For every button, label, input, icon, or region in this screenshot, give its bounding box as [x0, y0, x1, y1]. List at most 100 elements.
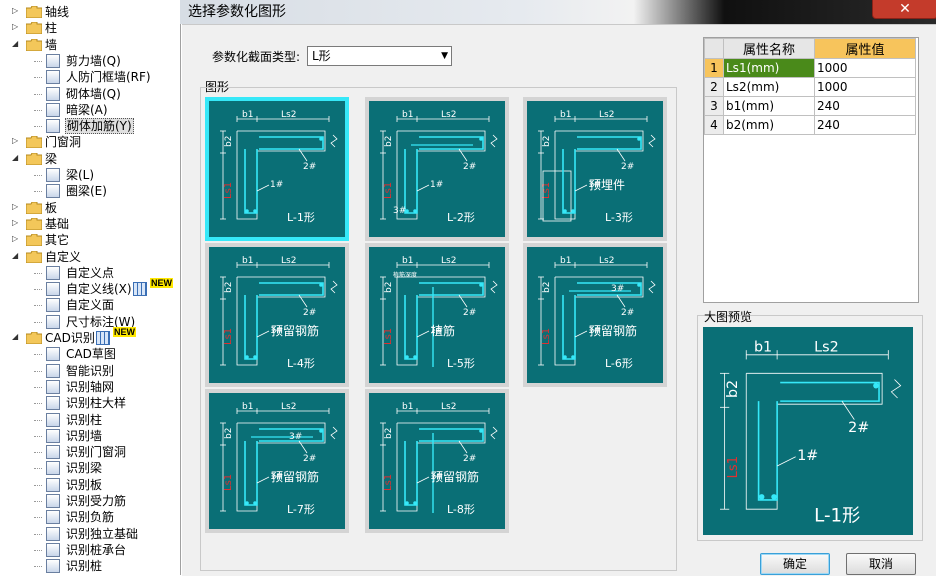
property-value[interactable]: 240 [814, 115, 916, 135]
tree-connector [34, 533, 42, 535]
preview-label: 大图预览 [704, 310, 753, 324]
tree-item[interactable]: 识别门窗洞 [0, 444, 180, 460]
tree-item[interactable]: 圈梁(E) [0, 183, 180, 199]
collapse-icon[interactable]: ◢ [12, 333, 21, 342]
collapse-icon[interactable]: ◢ [12, 153, 21, 163]
tree-item[interactable]: 砌体墙(Q) [0, 86, 180, 102]
shape-tile[interactable]: b1 Ls2 b2 Ls1 2# 1# 预留钢筋 L-4形 [205, 243, 349, 387]
chevron-down-icon: ▼ [441, 51, 448, 61]
tree-connector [34, 370, 42, 372]
tree-item[interactable]: ▷ 轴线 [0, 4, 180, 20]
svg-text:预留钢筋: 预留钢筋 [271, 323, 319, 338]
shape-tile[interactable]: b1 Ls2 b2 Ls1 2# 1# 预埋件 L-3形 [523, 97, 667, 241]
tree-item-label: 识别柱大样 [66, 396, 127, 411]
component-tree[interactable]: ▷ 轴线 ▷ 柱 ◢ 墙剪力墙(Q) 人防门框墙(RF) 砌体墙(Q) 暗梁(A) 砌体加筋(Y)… [0, 0, 181, 575]
background-titlebar [180, 0, 936, 24]
property-row[interactable]: 1 Ls1(mm) 1000 [704, 58, 916, 78]
tree-item-label: 剪力墙(Q) [66, 53, 121, 68]
tree-item[interactable]: 人防门框墙(RF) [0, 69, 180, 85]
property-table[interactable]: 属性名称 属性值 1 Ls1(mm) 1000 2 Ls2(mm) 1000 3 b1(mm)… [703, 37, 919, 303]
tree-item[interactable]: 识别轴网 [0, 379, 180, 395]
tree-item[interactable]: ▷ 板 [0, 200, 180, 216]
tree-item[interactable]: ▷ 其它 [0, 232, 180, 248]
tree-item[interactable]: 识别受力筋 [0, 493, 180, 509]
expand-icon[interactable]: ▷ [12, 218, 21, 228]
shape-tile[interactable]: b1 Ls2 b2 Ls1 2# 1# 植筋 植筋深度 L-5形 [365, 243, 509, 387]
expand-icon[interactable]: ▷ [12, 137, 21, 146]
tree-item[interactable]: ▷ 柱 [0, 20, 180, 36]
expand-icon[interactable]: ▷ [12, 7, 21, 16]
tree-item[interactable]: 自定义线(X) NEW [0, 278, 180, 297]
recognize-column-icon [46, 412, 60, 427]
property-row[interactable]: 4 b2(mm) 240 [704, 115, 916, 135]
property-name-header: 属性名称 [723, 38, 815, 59]
shape-drawing: b1 Ls2 b2 Ls1 2# 1# 3# 预留钢筋 L-7形 [209, 393, 345, 529]
tree-item[interactable]: ◢ 自定义 [0, 249, 180, 265]
tree-item[interactable]: 暗梁(A) [0, 102, 180, 118]
shape-tile[interactable]: b1 Ls2 b2 Ls1 2# 1# 预留钢筋 L-8形 [365, 389, 509, 533]
tree-item[interactable]: 尺寸标注(W) [0, 314, 180, 330]
ok-button[interactable]: 确定 [760, 553, 830, 575]
tree-item[interactable]: ◢ 梁 [0, 151, 180, 167]
close-button[interactable]: ✕ [872, 0, 936, 19]
tree-item[interactable]: 智能识别 [0, 363, 180, 379]
tree-item[interactable]: 识别板 [0, 477, 180, 493]
tree-item[interactable]: 识别桩 [0, 558, 180, 574]
svg-text:Ls2: Ls2 [441, 256, 456, 266]
tree-item[interactable]: ◢ CAD识别 NEW [0, 327, 180, 346]
svg-text:b1: b1 [560, 110, 571, 120]
recognize-isolated-footing-icon [46, 526, 60, 541]
svg-text:b2: b2 [384, 136, 394, 147]
property-value[interactable]: 1000 [814, 58, 916, 78]
tree-item[interactable]: 梁(L) [0, 167, 180, 183]
property-value[interactable]: 1000 [814, 77, 916, 97]
property-name: b2(mm) [723, 115, 815, 135]
cancel-button[interactable]: 取消 [846, 553, 916, 575]
tree-item[interactable]: 识别梁 [0, 460, 180, 476]
tree-item[interactable]: 识别柱大样 [0, 395, 180, 411]
svg-text:Ls1: Ls1 [541, 328, 552, 345]
collapse-icon[interactable]: ◢ [12, 251, 21, 261]
shape-tile[interactable]: b1 Ls2 b2 Ls1 2# 1# 3# 预留钢筋 L-6形 [523, 243, 667, 387]
custom-line-icon [46, 282, 60, 297]
tree-connector [34, 109, 42, 111]
tree-item[interactable]: 识别墙 [0, 428, 180, 444]
collapse-icon[interactable]: ◢ [12, 39, 21, 49]
tree-item[interactable]: 自定义面 [0, 297, 180, 313]
tree-item-label: 识别桩 [66, 559, 103, 574]
new-badge: NEW [150, 278, 173, 289]
tree-item[interactable]: 识别独立基础 [0, 526, 180, 542]
tree-item[interactable]: 砌体加筋(Y) [0, 118, 180, 135]
folder-icon [25, 5, 43, 19]
expand-icon[interactable]: ▷ [12, 202, 21, 212]
svg-text:Ls1: Ls1 [223, 328, 234, 345]
shape-tile[interactable]: b1 Ls2 b2 Ls1 2# 1# 3# L-2形 [365, 97, 509, 241]
expand-icon[interactable]: ▷ [12, 235, 21, 244]
section-type-select[interactable]: L形 ▼ [307, 46, 452, 66]
svg-text:Ls2: Ls2 [281, 402, 296, 412]
tree-item[interactable]: 剪力墙(Q) [0, 53, 180, 69]
tree-item[interactable]: 识别桩承台 [0, 542, 180, 558]
tree-item-label: 自定义面 [66, 298, 115, 313]
tree-item[interactable]: ▷ 门窗洞 [0, 134, 180, 150]
shape-tile[interactable]: b1 Ls2 b2 Ls1 2# 1# L-1形 [205, 97, 349, 241]
property-row[interactable]: 3 b1(mm) 240 [704, 96, 916, 116]
tree-item[interactable]: 识别柱 [0, 412, 180, 428]
recognize-column-detail-icon [46, 396, 60, 411]
folder-icon [25, 135, 43, 149]
tree-connector [34, 386, 42, 388]
expand-icon[interactable]: ▷ [12, 23, 21, 32]
tree-item[interactable]: ◢ 墙 [0, 37, 180, 53]
svg-text:b1: b1 [242, 256, 253, 266]
shape-drawing: b1 Ls2 b2 Ls1 2# 1# 预留钢筋 L-8形 [369, 393, 505, 529]
property-value[interactable]: 240 [814, 96, 916, 116]
tree-item[interactable]: ▷ 基础 [0, 216, 180, 232]
tree-item-label: 基础 [45, 216, 70, 231]
tree-item[interactable]: CAD草图 [0, 346, 180, 362]
property-row[interactable]: 2 Ls2(mm) 1000 [704, 77, 916, 97]
tree-item-label: 识别桩承台 [66, 542, 127, 557]
tree-item[interactable]: 识别负筋 [0, 509, 180, 525]
svg-text:Ls2: Ls2 [441, 402, 456, 412]
shape-tile[interactable]: b1 Ls2 b2 Ls1 2# 1# 3# 预留钢筋 L-7形 [205, 389, 349, 533]
svg-text:b2: b2 [224, 136, 234, 147]
